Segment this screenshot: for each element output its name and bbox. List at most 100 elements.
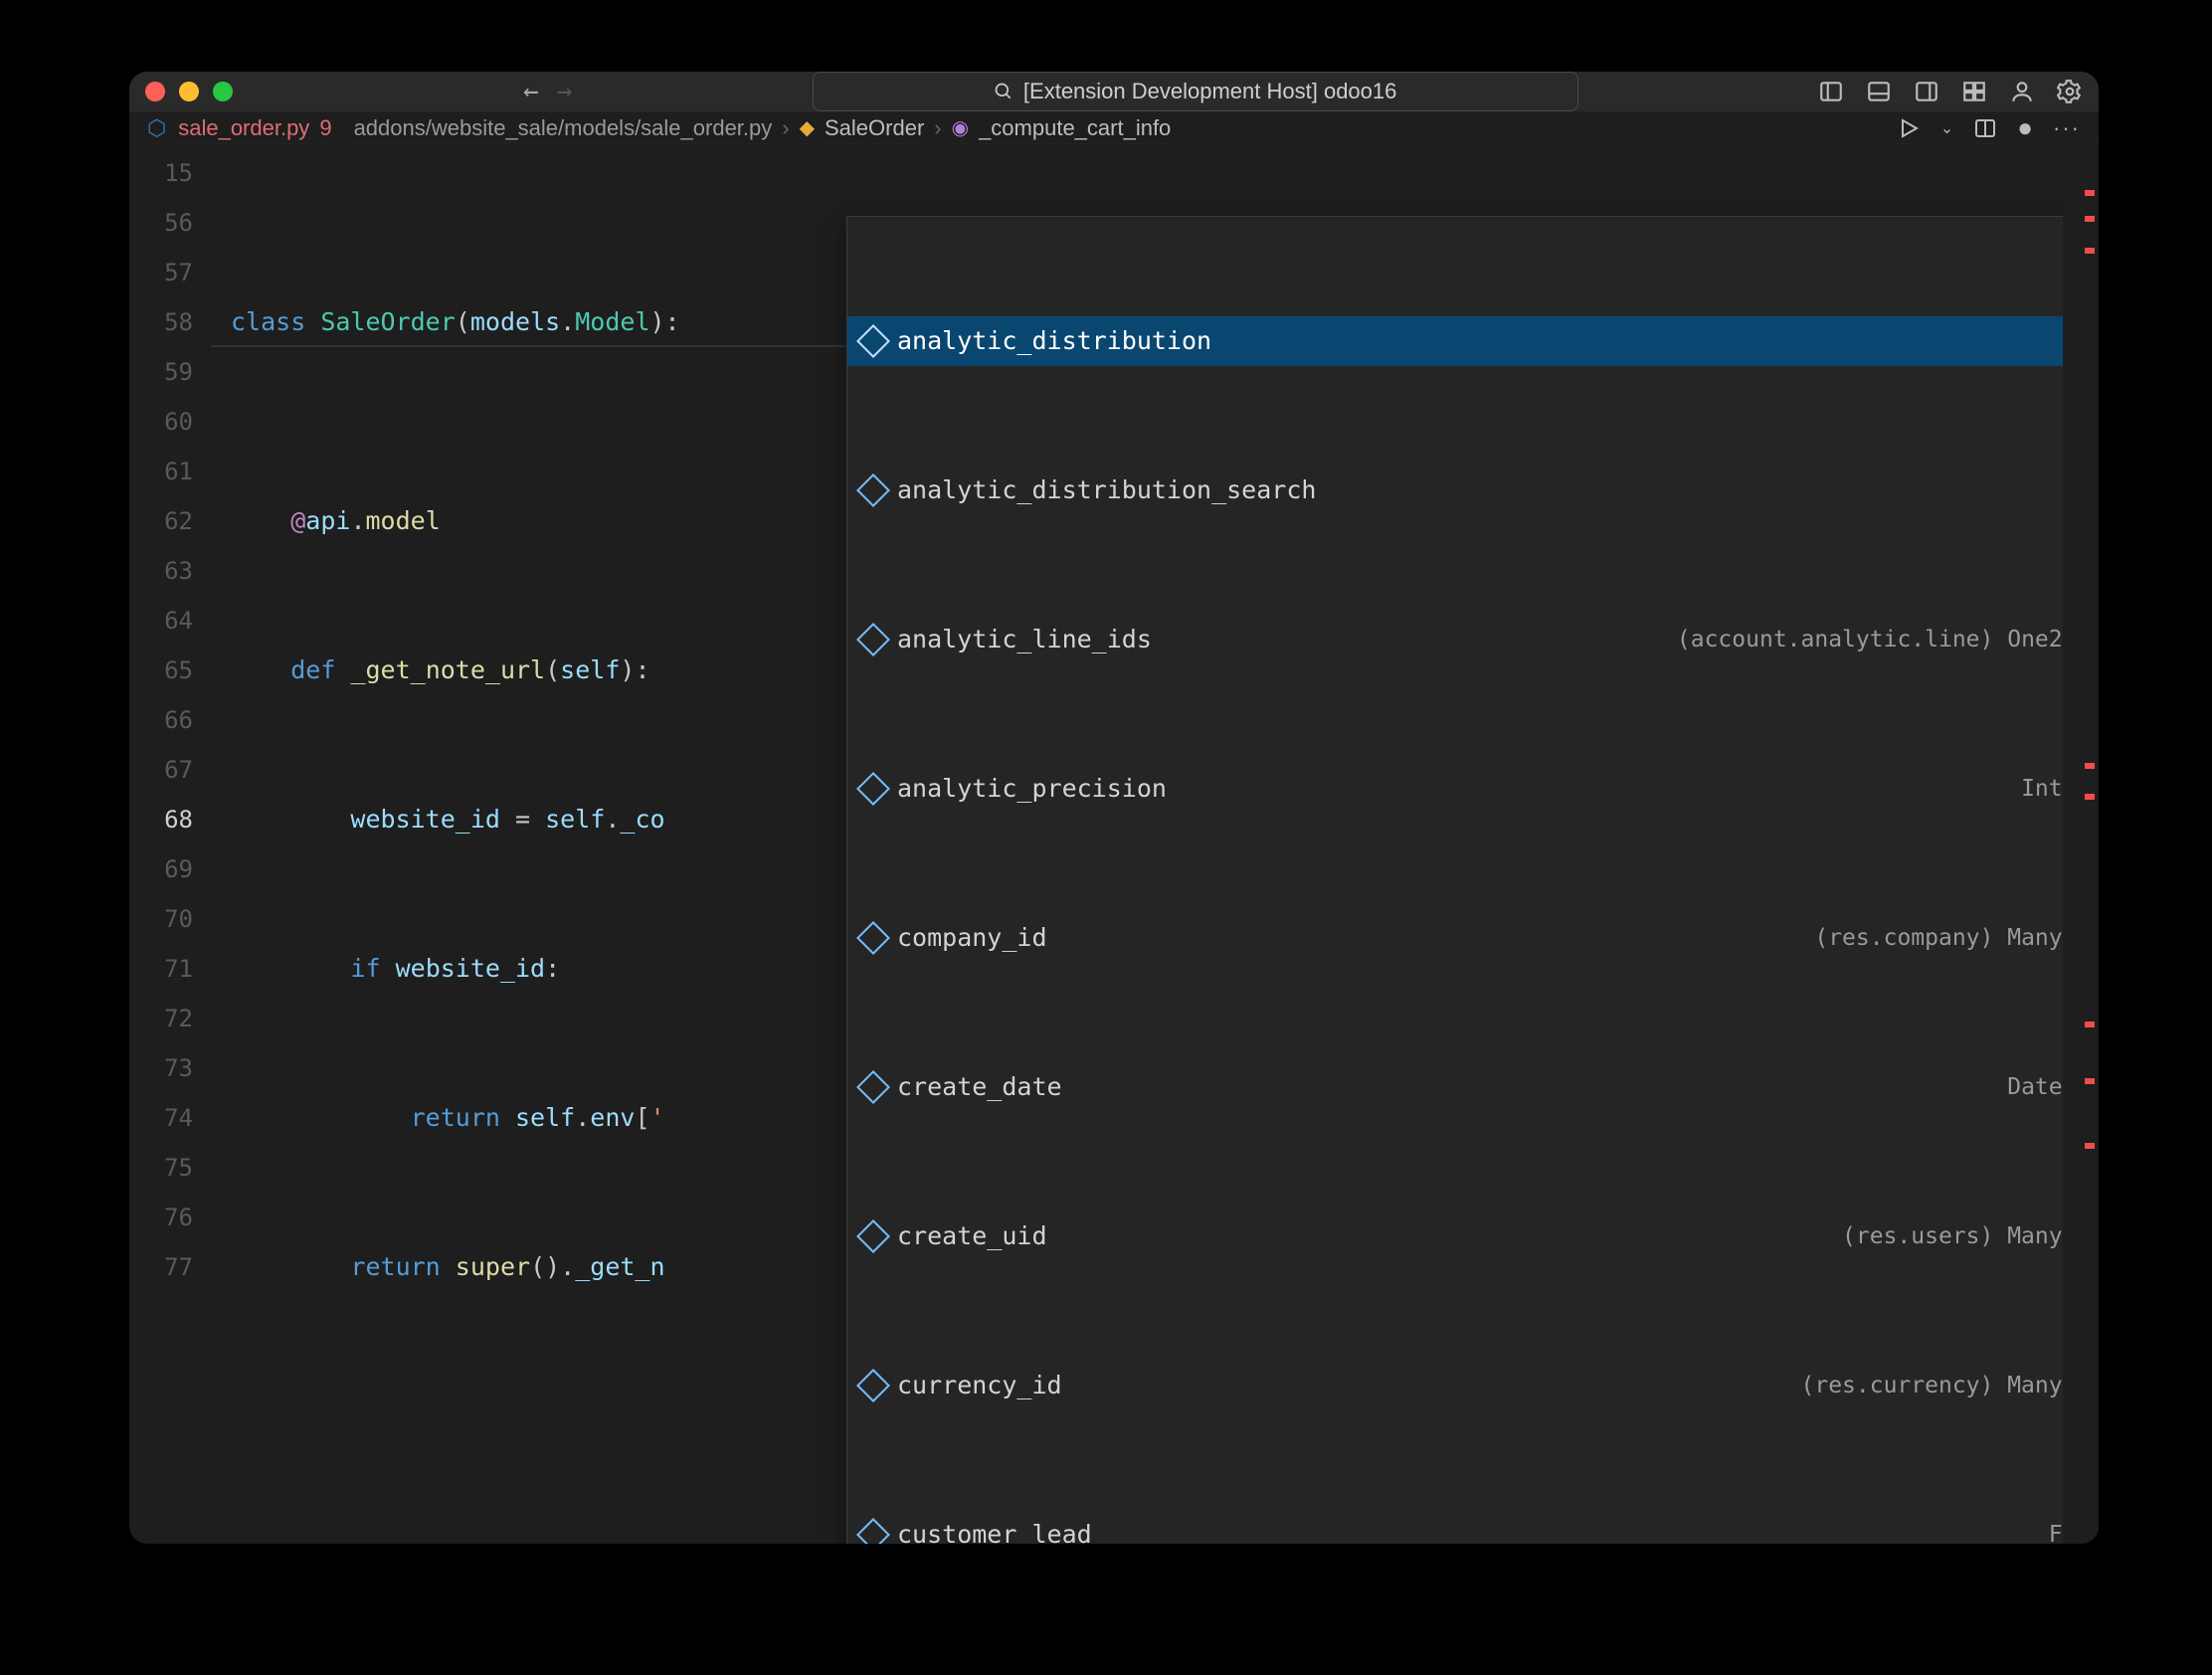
class-symbol-icon: ◆ [800, 115, 815, 140]
field-icon [856, 623, 890, 656]
suggest-label: create_date [897, 1062, 1062, 1112]
minimap-marker [2085, 1022, 2095, 1027]
field-icon [856, 324, 890, 358]
suggest-item[interactable]: analytic_precision Integer [847, 764, 2099, 814]
minimize-window-button[interactable] [179, 82, 199, 101]
line-number: 68 [129, 795, 211, 844]
suggest-label: customer_lead [897, 1510, 1092, 1544]
layout-panel-icon[interactable] [1866, 79, 1892, 104]
line-number: 77 [129, 1242, 211, 1292]
search-icon [994, 82, 1014, 101]
run-button[interactable] [1897, 116, 1921, 140]
line-number: 63 [129, 546, 211, 596]
autocomplete-popup[interactable]: analytic_distribution Json analytic_dist… [846, 216, 2099, 1544]
line-number-gutter: 15 56 57 58 59 60 61 62 63 64 65 66 67 6… [129, 144, 211, 1544]
minimap-marker [2085, 216, 2095, 222]
field-icon [856, 473, 890, 507]
unsaved-indicator-icon: ● [2017, 112, 2033, 143]
nav-arrows: ← → [523, 77, 572, 106]
layout-secondary-side-icon[interactable] [1914, 79, 1939, 104]
suggest-detail: (res.currency) Many2one [1801, 1361, 2100, 1410]
field-icon [856, 1219, 890, 1253]
line-number: 66 [129, 695, 211, 745]
editor-actions: ⌄ ● ··· [1897, 112, 2081, 143]
line-number: 75 [129, 1143, 211, 1193]
line-number: 57 [129, 248, 211, 297]
editor-tabs-breadcrumb: ⬡ sale_order.py 9 addons/website_sale/mo… [129, 112, 2099, 144]
line-number: 76 [129, 1193, 211, 1242]
maximize-window-button[interactable] [213, 82, 233, 101]
split-editor-icon[interactable] [1973, 116, 1997, 140]
suggest-item[interactable]: analytic_distribution Json [847, 316, 2099, 366]
method-symbol-icon: ◉ [952, 115, 969, 140]
suggest-item[interactable]: currency_id (res.currency) Many2one [847, 1361, 2099, 1410]
line-number: 59 [129, 347, 211, 397]
vscode-window: ← → [Extension Development Host] odoo16 … [129, 72, 2099, 1544]
close-window-button[interactable] [145, 82, 165, 101]
line-number: 72 [129, 994, 211, 1043]
breadcrumb-method[interactable]: _compute_cart_info [979, 115, 1171, 141]
code-content[interactable]: class SaleOrder(models.Model): @api.mode… [211, 144, 2063, 1544]
line-number: 65 [129, 646, 211, 695]
breadcrumb-separator-icon: › [782, 115, 789, 141]
suggest-label: analytic_distribution [897, 316, 1211, 366]
title-bar: ← → [Extension Development Host] odoo16 [129, 72, 2099, 112]
suggest-item[interactable]: analytic_line_ids (account.analytic.line… [847, 615, 2099, 664]
line-number: 71 [129, 944, 211, 994]
field-icon [856, 1518, 890, 1544]
line-number: 15 [129, 148, 211, 198]
line-number: 70 [129, 894, 211, 944]
suggest-item[interactable]: create_date Datetime [847, 1062, 2099, 1112]
command-center[interactable]: [Extension Development Host] odoo16 [813, 72, 1578, 111]
field-icon [856, 921, 890, 955]
line-number: 69 [129, 844, 211, 894]
minimap-marker [2085, 248, 2095, 254]
layout-primary-side-icon[interactable] [1818, 79, 1844, 104]
suggest-detail: (res.users) Many2one [1842, 1211, 2099, 1261]
line-number: 74 [129, 1093, 211, 1143]
suggest-label: currency_id [897, 1361, 1062, 1410]
suggest-item[interactable]: create_uid (res.users) Many2one [847, 1211, 2099, 1261]
run-dropdown-icon[interactable]: ⌄ [1940, 118, 1953, 138]
line-number: 61 [129, 447, 211, 496]
line-number: 56 [129, 198, 211, 248]
more-actions-icon[interactable]: ··· [2053, 115, 2081, 141]
active-tab-filename[interactable]: sale_order.py [178, 115, 309, 141]
suggest-detail: (account.analytic.line) One2many [1677, 615, 2099, 664]
tab-problems-badge: 9 [319, 115, 331, 141]
line-number: 62 [129, 496, 211, 546]
minimap-marker [2085, 763, 2095, 769]
suggest-label: analytic_distribution_search [897, 465, 1316, 515]
minimap-marker [2085, 1143, 2095, 1149]
window-controls [145, 82, 233, 101]
minimap-marker [2085, 1078, 2095, 1084]
nav-back-button[interactable]: ← [523, 77, 539, 106]
suggest-label: create_uid [897, 1211, 1047, 1261]
breadcrumb-path[interactable]: addons/website_sale/models/sale_order.py [354, 115, 773, 141]
line-number: 60 [129, 397, 211, 447]
minimap[interactable] [2063, 144, 2099, 1544]
suggest-item[interactable]: company_id (res.company) Many2one [847, 913, 2099, 963]
editor-area[interactable]: 15 56 57 58 59 60 61 62 63 64 65 66 67 6… [129, 144, 2099, 1544]
field-icon [856, 1070, 890, 1104]
field-icon [856, 772, 890, 806]
nav-forward-button[interactable]: → [557, 77, 573, 106]
suggest-detail: (res.company) Many2one [1814, 913, 2099, 963]
suggest-label: company_id [897, 913, 1047, 963]
line-number: 73 [129, 1043, 211, 1093]
minimap-marker [2085, 794, 2095, 800]
titlebar-actions [1818, 79, 2083, 104]
suggest-item[interactable]: analytic_distribution_search Json [847, 465, 2099, 515]
suggest-label: analytic_precision [897, 764, 1167, 814]
python-file-icon: ⬡ [147, 115, 166, 141]
minimap-marker [2085, 190, 2095, 196]
account-icon[interactable] [2009, 79, 2035, 104]
line-number: 58 [129, 297, 211, 347]
line-number: 67 [129, 745, 211, 795]
breadcrumb-class[interactable]: SaleOrder [825, 115, 924, 141]
field-icon [856, 1369, 890, 1402]
breadcrumb-separator-icon: › [934, 115, 941, 141]
customize-layout-icon[interactable] [1961, 79, 1987, 104]
suggest-item[interactable]: customer_lead Float [847, 1510, 2099, 1544]
settings-gear-icon[interactable] [2057, 79, 2083, 104]
